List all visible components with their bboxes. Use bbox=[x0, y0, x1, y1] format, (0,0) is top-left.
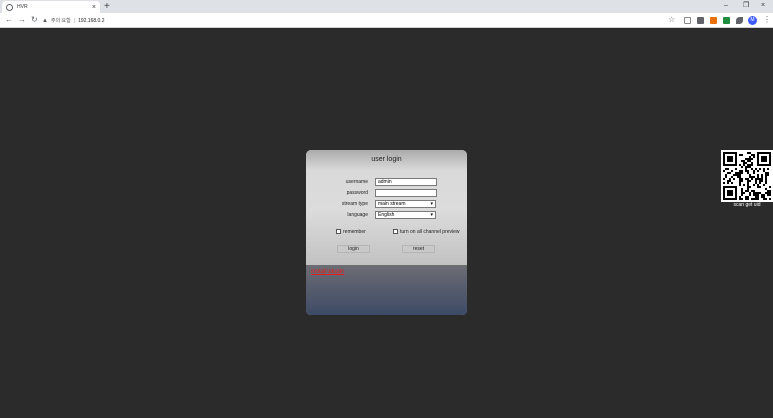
remember-checkbox[interactable] bbox=[336, 229, 341, 234]
stream-type-label: stream type bbox=[341, 201, 368, 207]
chevron-down-icon: ▾ bbox=[430, 201, 433, 207]
tab-title: HVR bbox=[17, 4, 28, 10]
back-arrow-icon[interactable]: ← bbox=[5, 15, 13, 25]
tab-close-icon[interactable]: × bbox=[92, 4, 96, 11]
channel-preview-checkbox[interactable] bbox=[393, 229, 398, 234]
plugin-area: Install plugin bbox=[306, 265, 467, 315]
language-select[interactable]: English ▾ bbox=[375, 211, 436, 219]
profile-avatar[interactable]: M bbox=[748, 16, 757, 25]
omnibox-separator: | bbox=[73, 17, 76, 24]
window-close-button[interactable]: × bbox=[761, 1, 765, 10]
language-label: language bbox=[347, 212, 368, 218]
browser-menu-icon[interactable]: ⋮ bbox=[763, 15, 771, 25]
login-panel: user login username admin password strea… bbox=[306, 150, 467, 315]
extension-dark-icon[interactable] bbox=[697, 17, 704, 24]
remember-label: remember bbox=[343, 229, 366, 235]
reload-icon[interactable]: ↻ bbox=[31, 15, 38, 25]
url-text: 192.168.0.2 bbox=[78, 17, 105, 24]
extension-green-icon[interactable] bbox=[723, 17, 730, 24]
warning-triangle-icon: ▲ bbox=[42, 17, 48, 24]
chevron-down-icon: ▾ bbox=[430, 212, 433, 218]
password-label: password bbox=[346, 190, 368, 196]
qr-code bbox=[721, 150, 773, 202]
security-warning-text: 주의 요함 bbox=[50, 18, 71, 24]
qr-caption: scan get uid bbox=[733, 202, 761, 208]
globe-icon bbox=[6, 3, 13, 11]
stream-type-value: main stream bbox=[378, 201, 406, 207]
login-form-area: user login username admin password strea… bbox=[306, 150, 467, 265]
browser-tab-strip: HVR × + – ❐ × bbox=[0, 0, 773, 13]
bookmark-star-icon[interactable]: ☆ bbox=[668, 15, 675, 25]
channel-preview-label: turn on all channel preview bbox=[400, 229, 460, 235]
login-title: user login bbox=[371, 156, 402, 163]
extension-reader-icon[interactable] bbox=[684, 17, 691, 24]
extensions-puzzle-icon[interactable] bbox=[736, 17, 743, 24]
password-input[interactable] bbox=[375, 189, 437, 197]
browser-tab[interactable]: HVR × bbox=[2, 1, 100, 13]
forward-arrow-icon[interactable]: → bbox=[18, 15, 26, 25]
install-plugin-link[interactable]: Install plugin bbox=[311, 269, 344, 275]
new-tab-button[interactable]: + bbox=[104, 1, 110, 12]
stream-type-select[interactable]: main stream ▾ bbox=[375, 200, 436, 208]
reset-button[interactable]: reset bbox=[402, 245, 435, 253]
language-value: English bbox=[378, 212, 395, 218]
qr-code-icon bbox=[723, 152, 771, 200]
browser-toolbar: ← → ↻ ▲ 주의 요함 | 192.168.0.2 ☆ M ⋮ bbox=[0, 13, 773, 28]
window-restore-button[interactable]: ❐ bbox=[743, 1, 749, 10]
extension-orange-icon[interactable] bbox=[710, 17, 717, 24]
username-label: username bbox=[345, 179, 368, 185]
login-button[interactable]: login bbox=[337, 245, 370, 253]
address-bar[interactable]: ▲ 주의 요함 | 192.168.0.2 bbox=[42, 15, 682, 26]
window-minimize-button[interactable]: – bbox=[724, 1, 728, 10]
username-input[interactable]: admin bbox=[375, 178, 437, 186]
